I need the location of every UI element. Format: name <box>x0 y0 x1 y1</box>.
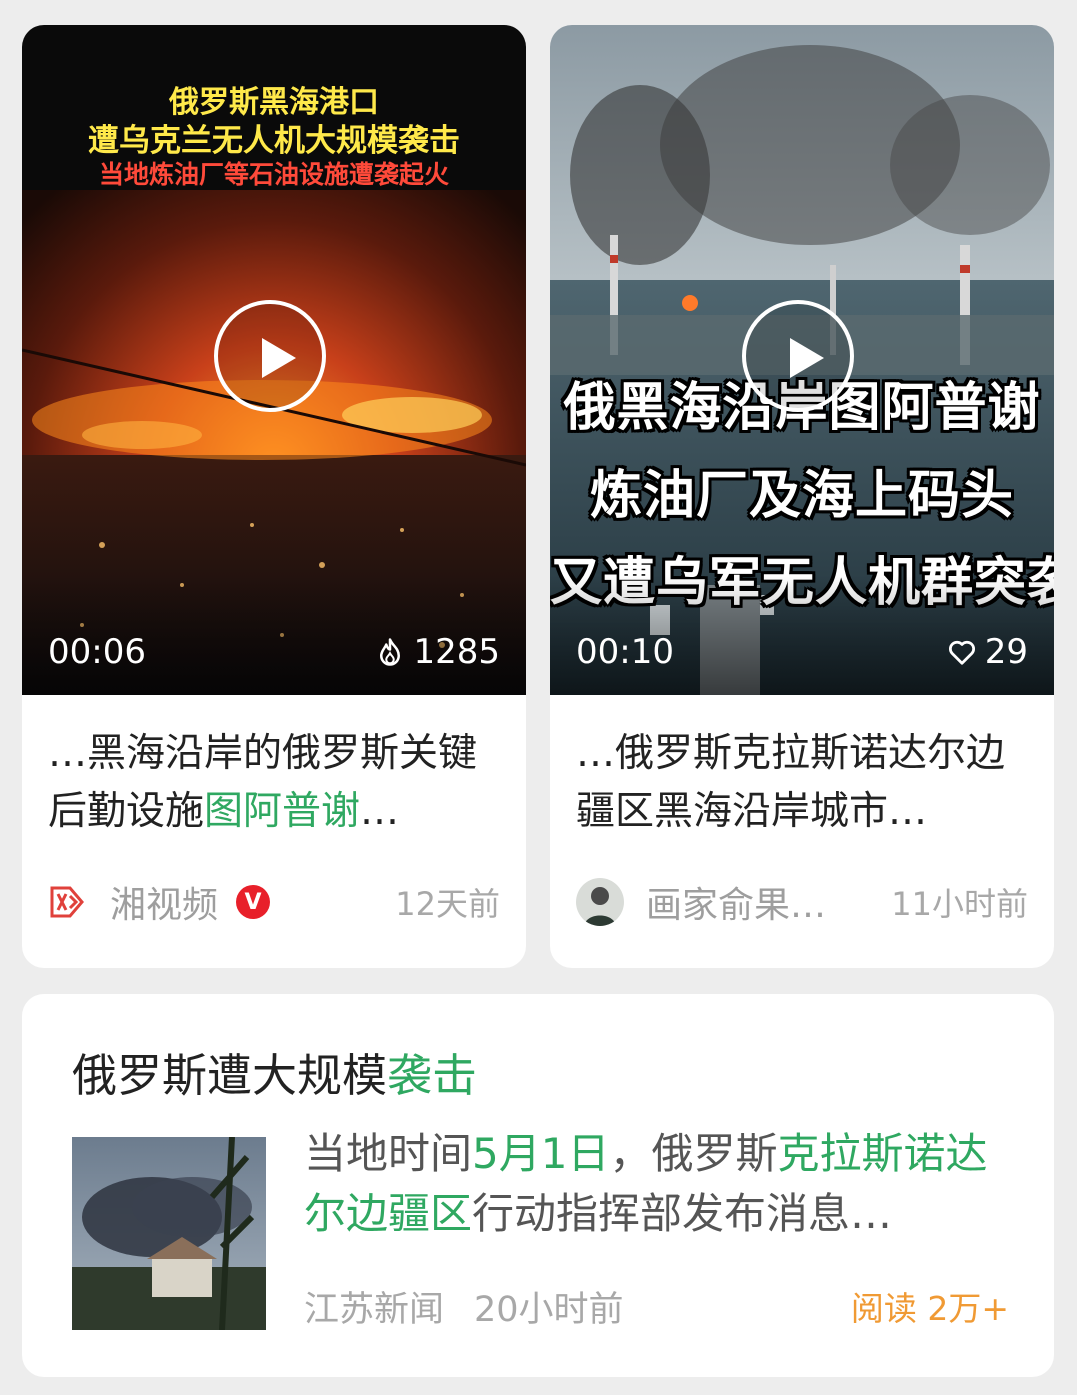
summary-date: 5月1日 <box>472 1129 610 1178</box>
video-title[interactable]: …俄罗斯克拉斯诺达尔边疆区黑海沿岸城市… <box>576 725 1036 841</box>
source-name[interactable]: 画家俞果… <box>646 876 826 928</box>
post-time: 11小时前 <box>891 885 1028 923</box>
article-card[interactable]: 俄罗斯遭大规模袭击 当地时间5月1日，俄罗斯克拉斯诺达尔边疆区行动指挥部发布消息… <box>22 994 1054 1377</box>
like-count-value: 29 <box>984 632 1028 672</box>
overlay-line-2: 炼油厂及海上码头 <box>589 466 1014 526</box>
video-duration: 00:06 <box>48 632 146 672</box>
source-name[interactable]: 湘视频 <box>110 876 218 928</box>
video-meta: 画家俞果… 11小时前 <box>576 877 1028 927</box>
article-title-text: 俄罗斯遭大规模 <box>72 1049 388 1102</box>
caption-line-3: 当地炼油厂等石油设施遭袭起火 <box>98 160 449 189</box>
article-time: 20小时前 <box>474 1289 624 1330</box>
summary-part-3: 行动指挥部发布消息… <box>472 1189 893 1238</box>
play-icon[interactable] <box>742 300 854 412</box>
summary-part-1: 当地时间 <box>304 1129 473 1178</box>
play-icon[interactable] <box>214 300 326 412</box>
like-count: 1285 <box>375 632 500 672</box>
article-title[interactable]: 俄罗斯遭大规模袭击 <box>72 1039 477 1104</box>
video-card-2[interactable]: 俄黑海沿岸图阿普谢 炼油厂及海上码头 又遭乌军无人机群突袭 00:10 29 …… <box>550 25 1054 968</box>
video-caption-banner: 俄罗斯黑海港口 遭乌克兰无人机大规模袭击 当地炼油厂等石油设施遭袭起火 <box>22 25 526 190</box>
like-count-value: 1285 <box>413 632 500 672</box>
video-thumbnail[interactable]: 俄罗斯黑海港口 遭乌克兰无人机大规模袭击 当地炼油厂等石油设施遭袭起火 00:0… <box>22 25 526 695</box>
video-title-link[interactable]: 图阿普谢 <box>204 789 360 834</box>
avatar[interactable] <box>576 878 624 926</box>
article-thumbnail[interactable] <box>72 1137 266 1330</box>
article-source[interactable]: 江苏新闻 <box>304 1281 444 1332</box>
video-thumbnail[interactable]: 俄黑海沿岸图阿普谢 炼油厂及海上码头 又遭乌军无人机群突袭 00:10 29 <box>550 25 1054 695</box>
like-count: 29 <box>947 632 1028 672</box>
flame-icon <box>380 638 401 666</box>
heart-icon <box>948 640 975 665</box>
article-meta: 江苏新闻 20小时前 阅读 2万+ <box>304 1281 1009 1331</box>
avatar-image <box>576 878 624 926</box>
verified-badge: V <box>236 885 271 919</box>
source-logo[interactable] <box>48 882 88 922</box>
video-title-ellipsis: … <box>360 789 400 834</box>
video-card-1[interactable]: 俄罗斯黑海港口 遭乌克兰无人机大规模袭击 当地炼油厂等石油设施遭袭起火 00:0… <box>22 25 526 968</box>
video-duration: 00:10 <box>576 632 674 672</box>
xiang-logo-icon <box>50 886 84 918</box>
article-title-highlight: 袭击 <box>387 1049 478 1102</box>
video-title[interactable]: …黑海沿岸的俄罗斯关键后勤设施图阿普谢… <box>48 725 508 841</box>
caption-line-2: 遭乌克兰无人机大规模袭击 <box>88 123 460 159</box>
video-meta: 湘视频 V 12天前 <box>48 877 500 927</box>
article-summary: 当地时间5月1日，俄罗斯克拉斯诺达尔边疆区行动指挥部发布消息… <box>304 1124 1024 1244</box>
post-time: 12天前 <box>395 885 500 923</box>
summary-part-2: ，俄罗斯 <box>609 1129 778 1178</box>
smoke-scene-image <box>72 1137 266 1330</box>
read-count: 阅读 2万+ <box>850 1289 1009 1328</box>
